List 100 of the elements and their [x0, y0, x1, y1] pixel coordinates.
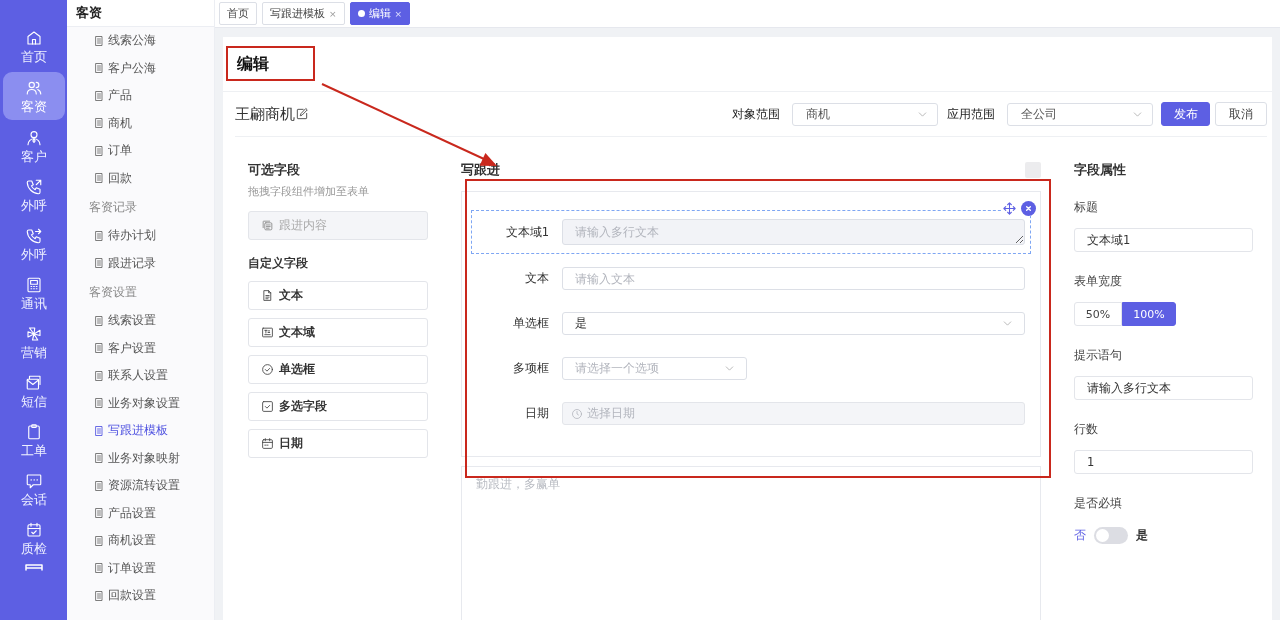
menu-item[interactable]: 产品设置 [67, 499, 214, 527]
copy-icon [261, 219, 274, 232]
document-icon [93, 397, 105, 410]
document-icon [93, 479, 105, 492]
section-subtitle: 自定义字段 [248, 256, 309, 271]
hint-text: 拖拽字段组件增加至表单 [248, 184, 370, 199]
rail-item[interactable]: 外呼 [2, 172, 65, 218]
page-title: 编辑 [237, 53, 269, 75]
publish-button[interactable]: 发布 [1161, 102, 1210, 126]
select-field[interactable]: 商机 [792, 102, 938, 126]
document-icon [93, 257, 105, 270]
document-icon [93, 89, 105, 102]
text-input[interactable]: 请输入文本 [562, 267, 1025, 290]
phone-icon [24, 177, 43, 196]
width-option[interactable]: 100% [1122, 302, 1176, 326]
width-option[interactable]: 50% [1074, 302, 1122, 326]
filter-label: 对象范围 [732, 106, 780, 122]
select-field[interactable]: 全公司 [1007, 102, 1153, 126]
menu-item[interactable]: 线索设置 [67, 307, 214, 335]
checkbox-icon [261, 400, 274, 413]
menu-item[interactable]: 客户设置 [67, 334, 214, 362]
menu-section-title: 客资记录 [89, 199, 137, 215]
calendar-icon [24, 520, 43, 539]
menu-item[interactable]: 回款 [67, 164, 214, 192]
tab[interactable]: 编辑 × [349, 2, 411, 25]
menu-item[interactable]: 客户公海 [67, 54, 214, 82]
menu-section-title: 客资设置 [89, 284, 137, 300]
note-textarea[interactable]: 勤跟进，多赢单 [461, 466, 1041, 620]
menu-item[interactable]: 写跟进模板 [67, 417, 214, 445]
document-icon [93, 172, 105, 185]
document-icon [261, 289, 274, 302]
document-icon [93, 34, 105, 47]
address-book-icon [24, 275, 43, 294]
menu-item[interactable]: 回款设置 [67, 582, 214, 610]
menu-item[interactable]: 跟进记录 [67, 249, 214, 277]
menu-item[interactable]: 联系人设置 [67, 362, 214, 390]
field-label: 多项框 [512, 361, 549, 376]
menu-item[interactable]: 业务对象设置 [67, 389, 214, 417]
text-input[interactable]: 文本域1 [1074, 228, 1253, 252]
menu-title: 客资 [76, 4, 102, 22]
text-input[interactable]: 1 [1074, 450, 1253, 474]
clock-icon [571, 407, 583, 420]
document-icon [93, 369, 105, 382]
field-type-item[interactable]: 单选框 [248, 355, 428, 384]
field-label: 单选框 [512, 316, 549, 331]
menu-item[interactable]: 订单设置 [67, 554, 214, 582]
document-icon [93, 314, 105, 327]
rail-item[interactable]: 通讯 [2, 270, 65, 316]
selected-field-outline[interactable]: 文本域1 请输入多行文本 [471, 210, 1031, 254]
rail-item[interactable]: 客户 [2, 123, 65, 169]
text-input[interactable]: 请输入多行文本 [1074, 376, 1253, 400]
property-label: 是否必填 [1074, 496, 1123, 511]
property-label: 行数 [1074, 422, 1099, 437]
edit-icon [295, 107, 309, 121]
menu-item[interactable]: 待办计划 [67, 222, 214, 250]
toggle-switch[interactable] [1094, 527, 1128, 544]
menu-item[interactable]: 资源流转设置 [67, 472, 214, 500]
text-area-icon [261, 326, 274, 339]
tab[interactable]: 首页 [219, 2, 257, 25]
switch-label: 否 [1074, 527, 1086, 544]
close-button[interactable]: × [394, 8, 403, 19]
textarea-field[interactable]: 请输入多行文本 [562, 219, 1025, 245]
tray-icon [24, 564, 43, 571]
select-field[interactable]: 是 [562, 312, 1025, 335]
menu-item[interactable]: 线索公海 [67, 27, 214, 55]
document-icon [93, 229, 105, 242]
remove-button[interactable] [1021, 201, 1036, 216]
document-icon [93, 342, 105, 355]
field-type-item[interactable]: 多选字段 [248, 392, 428, 421]
field-type-item[interactable]: 文本 [248, 281, 428, 310]
phone-icon [24, 226, 43, 245]
rail-item[interactable]: 营销 [2, 319, 65, 365]
field-type-item[interactable]: 文本域 [248, 318, 428, 347]
cancel-button[interactable]: 取消 [1215, 102, 1267, 126]
field-type-item[interactable]: 日期 [248, 429, 428, 458]
document-icon [93, 589, 105, 602]
menu-item[interactable]: 商机 [67, 109, 214, 137]
document-icon [93, 507, 105, 520]
square-icon [1025, 162, 1041, 178]
envelope-icon [24, 373, 43, 392]
rail-item[interactable]: 首页 [2, 23, 65, 69]
property-label: 提示语句 [1074, 348, 1123, 363]
document-icon [93, 62, 105, 75]
menu-item[interactable]: 业务对象映射 [67, 444, 214, 472]
template-name: 王翩商机 [235, 104, 295, 124]
pinwheel-icon [24, 324, 43, 343]
menu-item[interactable]: 订单 [67, 137, 214, 165]
section-title: 字段属性 [1074, 162, 1127, 178]
property-label: 表单宽度 [1074, 274, 1123, 289]
menu-item[interactable]: 产品 [67, 82, 214, 110]
rail-item[interactable]: 质检 [2, 515, 65, 561]
rail-item[interactable]: 外呼 [2, 221, 65, 267]
document-icon [93, 562, 105, 575]
menu-item[interactable]: 商机设置 [67, 527, 214, 555]
rail-item[interactable]: 工单 [2, 417, 65, 463]
field-label: 日期 [524, 406, 549, 421]
chat-bubble-icon [24, 471, 43, 490]
rail-item[interactable]: 短信 [2, 368, 65, 414]
rail-item[interactable]: 会话 [2, 466, 65, 512]
tab[interactable]: 写跟进模板 × [262, 2, 345, 25]
